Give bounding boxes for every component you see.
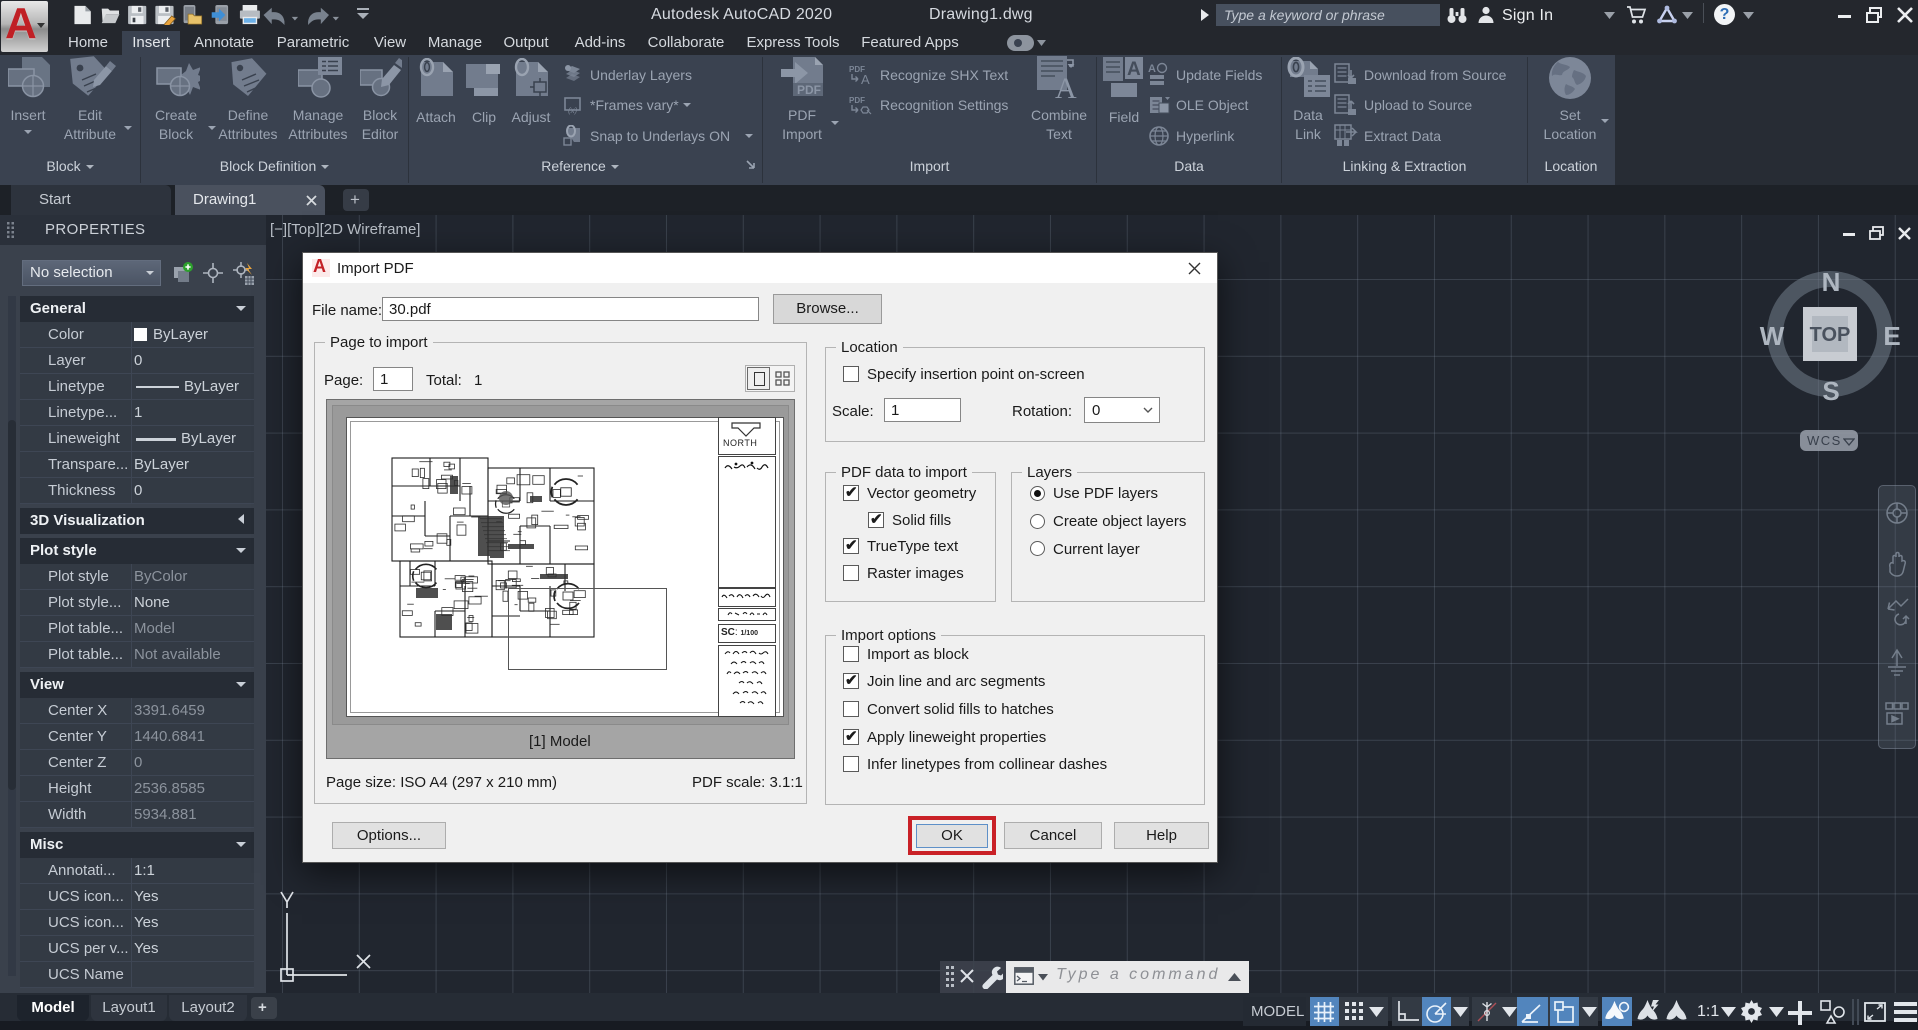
svg-text:A: A [1127, 59, 1141, 80]
svg-text:(x): (x) [568, 106, 578, 115]
svg-text:A: A [1148, 63, 1156, 75]
svg-text:TOP: TOP [1810, 324, 1851, 346]
svg-text:PDF: PDF [849, 96, 865, 105]
svg-text:PDF: PDF [797, 83, 821, 97]
svg-text:A: A [861, 72, 870, 86]
svg-text:A: A [1055, 72, 1077, 102]
